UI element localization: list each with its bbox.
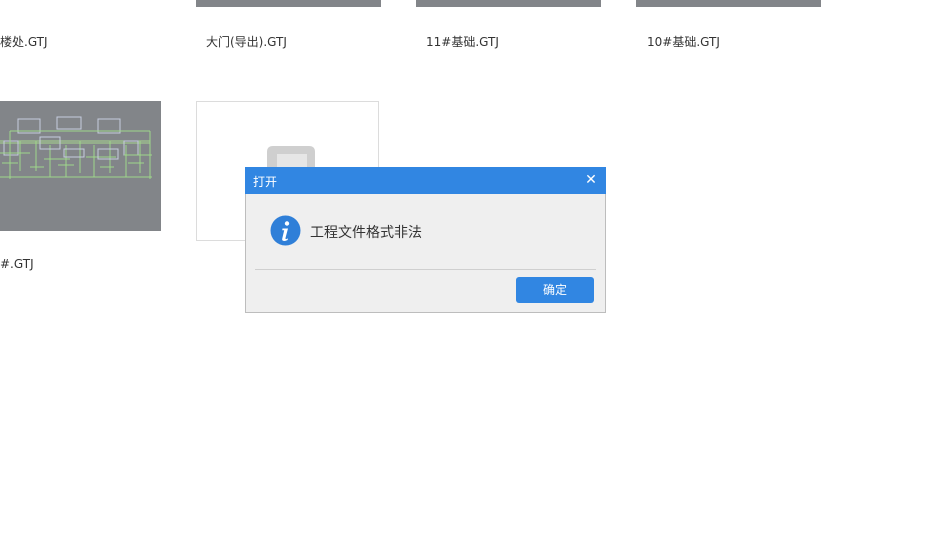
file-name[interactable]: 10#基础.GTJ: [647, 33, 720, 50]
close-icon[interactable]: ✕: [584, 172, 598, 188]
file-browser: 楼处.GTJ 大门(导出).GTJ 11#基础.GTJ 10#基础.GTJ #.…: [0, 0, 938, 554]
info-icon: [270, 215, 301, 246]
cad-drawing-preview: [0, 116, 152, 179]
file-name[interactable]: 大门(导出).GTJ: [206, 33, 287, 50]
dialog-title: 打开: [253, 175, 278, 189]
open-error-dialog: 打开 ✕ 工程文件格式非法 确定: [245, 167, 606, 313]
dialog-message: 工程文件格式非法: [310, 225, 422, 241]
file-name[interactable]: 11#基础.GTJ: [426, 33, 499, 50]
file-thumbnail-cad-preview[interactable]: [0, 101, 161, 231]
file-name[interactable]: 楼处.GTJ: [0, 33, 48, 50]
ok-button[interactable]: 确定: [516, 277, 594, 303]
dialog-divider: [255, 269, 596, 270]
file-thumbnail[interactable]: [196, 0, 381, 7]
dialog-titlebar[interactable]: 打开 ✕: [245, 167, 606, 194]
file-thumbnail[interactable]: [636, 0, 821, 7]
file-name[interactable]: #.GTJ: [0, 257, 34, 271]
file-thumbnail[interactable]: [416, 0, 601, 7]
